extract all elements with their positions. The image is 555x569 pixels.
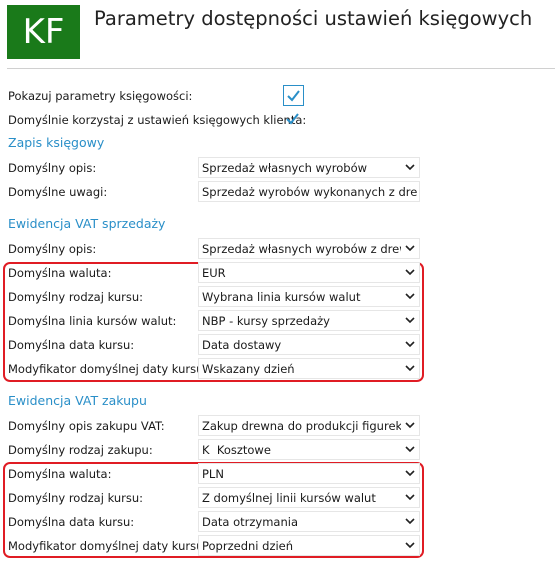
vat-purchase-desc-select[interactable]: Zakup drewna do produkcji figurek xyxy=(198,415,420,436)
vat-purchase-rate-type-value: Z domyślnej linii kursów walut xyxy=(202,491,376,505)
chevron-down-icon xyxy=(405,293,415,300)
use-client-settings-checkbox[interactable] xyxy=(283,109,304,130)
show-accounting-params-label: Pokazuj parametry księgowości: xyxy=(8,89,193,103)
vat-purchase-date-modifier-select[interactable]: Poprzedni dzień xyxy=(198,535,420,556)
vat-sale-rate-line-value: NBP - kursy sprzedaży xyxy=(202,314,330,328)
vat-purchase-desc-label: Domyślny opis zakupu VAT: xyxy=(8,419,165,433)
zapis-desc-value: Sprzedaż własnych wyrobów xyxy=(202,161,368,175)
chevron-down-icon xyxy=(405,317,415,324)
vat-purchase-rate-type-label: Domyślny rodzaj kursu: xyxy=(8,491,144,505)
vat-sale-currency-select[interactable]: EUR xyxy=(198,262,420,283)
zapis-notes-label: Domyślne uwagi: xyxy=(8,185,108,199)
vat-purchase-type-row: Domyślny rodzaj zakupu: K Kosztowe xyxy=(0,439,555,461)
vat-purchase-desc-value: Zakup drewna do produkcji figurek xyxy=(202,419,401,433)
section-title-vat-purchase: Ewidencja VAT zakupu xyxy=(8,393,147,408)
vat-purchase-type-label: Domyślny rodzaj zakupu: xyxy=(8,443,153,457)
vat-sale-rate-line-row: Domyślna linia kursów walut: NBP - kursy… xyxy=(0,310,555,332)
checkmark-icon xyxy=(286,113,299,125)
vat-sale-rate-line-select[interactable]: NBP - kursy sprzedaży xyxy=(198,310,420,331)
chevron-down-icon xyxy=(405,446,415,453)
vat-sale-desc-label: Domyślny opis: xyxy=(8,242,97,256)
vat-purchase-type-value: K Kosztowe xyxy=(202,443,271,457)
show-accounting-params-checkbox[interactable] xyxy=(283,85,304,106)
vat-purchase-currency-label: Domyślna waluta: xyxy=(8,467,112,481)
header-divider xyxy=(7,68,555,69)
vat-sale-desc-select[interactable]: Sprzedaż własnych wyrobów z drewna xyxy=(198,238,420,259)
chevron-down-icon xyxy=(405,470,415,477)
section-title-vat-sale: Ewidencja VAT sprzedaży xyxy=(8,216,166,231)
zapis-desc-row: Domyślny opis: Sprzedaż własnych wyrobów xyxy=(0,157,555,179)
vat-sale-date-modifier-value: Wskazany dzień xyxy=(202,362,295,376)
vat-purchase-rate-date-label: Domyślna data kursu: xyxy=(8,515,135,529)
vat-sale-date-modifier-label: Modyfikator domyślnej daty kursu: xyxy=(8,362,208,376)
vat-purchase-desc-row: Domyślny opis zakupu VAT: Zakup drewna d… xyxy=(0,415,555,437)
vat-sale-rate-type-row: Domyślny rodzaj kursu: Wybrana linia kur… xyxy=(0,286,555,308)
vat-sale-date-modifier-select[interactable]: Wskazany dzień xyxy=(198,358,420,379)
use-client-settings-label: Domyślnie korzystaj z ustawień księgowyc… xyxy=(8,113,307,127)
vat-purchase-currency-row: Domyślna waluta: PLN xyxy=(0,463,555,485)
vat-purchase-currency-value: PLN xyxy=(202,467,224,481)
zapis-notes-input[interactable]: Sprzedaż wyrobów wykonanych z drewna xyxy=(198,181,420,202)
checkmark-icon xyxy=(287,90,300,102)
vat-sale-rate-type-label: Domyślny rodzaj kursu: xyxy=(8,290,144,304)
chevron-down-icon xyxy=(405,494,415,501)
vat-purchase-date-modifier-label: Modyfikator domyślnej daty kursu: xyxy=(8,539,208,553)
vat-sale-rate-date-select[interactable]: Data dostawy xyxy=(198,334,420,355)
vat-sale-rate-type-select[interactable]: Wybrana linia kursów walut xyxy=(198,286,420,307)
chevron-down-icon xyxy=(405,269,415,276)
chevron-down-icon xyxy=(405,422,415,429)
vat-purchase-date-modifier-row: Modyfikator domyślnej daty kursu: Poprze… xyxy=(0,535,555,557)
chevron-down-icon xyxy=(405,341,415,348)
vat-sale-currency-row: Domyślna waluta: EUR xyxy=(0,262,555,284)
app-logo: KF xyxy=(7,5,80,59)
vat-purchase-rate-date-select[interactable]: Data otrzymania xyxy=(198,511,420,532)
chevron-down-icon xyxy=(405,365,415,372)
vat-sale-rate-date-label: Domyślna data kursu: xyxy=(8,338,135,352)
vat-sale-rate-date-row: Domyślna data kursu: Data dostawy xyxy=(0,334,555,356)
chevron-down-icon xyxy=(405,245,415,252)
vat-purchase-rate-date-row: Domyślna data kursu: Data otrzymania xyxy=(0,511,555,533)
zapis-desc-label: Domyślny opis: xyxy=(8,161,97,175)
chevron-down-icon xyxy=(405,542,415,549)
vat-sale-currency-label: Domyślna waluta: xyxy=(8,266,112,280)
vat-sale-desc-row: Domyślny opis: Sprzedaż własnych wyrobów… xyxy=(0,238,555,260)
zapis-notes-row: Domyślne uwagi: Sprzedaż wyrobów wykonan… xyxy=(0,181,555,203)
vat-purchase-rate-type-row: Domyślny rodzaj kursu: Z domyślnej linii… xyxy=(0,487,555,509)
vat-sale-desc-value: Sprzedaż własnych wyrobów z drewna xyxy=(202,242,401,256)
page-title: Parametry dostępności ustawień księgowyc… xyxy=(94,7,533,30)
chevron-down-icon xyxy=(405,518,415,525)
vat-purchase-rate-date-value: Data otrzymania xyxy=(202,515,299,529)
vat-sale-rate-line-label: Domyślna linia kursów walut: xyxy=(8,314,177,328)
vat-sale-currency-value: EUR xyxy=(202,266,226,280)
vat-purchase-type-select[interactable]: K Kosztowe xyxy=(198,439,420,460)
vat-purchase-date-modifier-value: Poprzedni dzień xyxy=(202,539,294,553)
vat-sale-date-modifier-row: Modyfikator domyślnej daty kursu: Wskaza… xyxy=(0,358,555,380)
section-title-zapis: Zapis księgowy xyxy=(8,135,105,150)
use-client-settings-row: Domyślnie korzystaj z ustawień księgowyc… xyxy=(0,109,555,131)
zapis-notes-value: Sprzedaż wyrobów wykonanych z drewna xyxy=(202,185,417,199)
page-header: KF Parametry dostępności ustawień księgo… xyxy=(0,0,555,68)
vat-sale-rate-type-value: Wybrana linia kursów walut xyxy=(202,290,361,304)
chevron-down-icon xyxy=(405,164,415,171)
vat-purchase-currency-select[interactable]: PLN xyxy=(198,463,420,484)
vat-sale-rate-date-value: Data dostawy xyxy=(202,338,282,352)
show-accounting-params-row: Pokazuj parametry księgowości: xyxy=(0,85,555,107)
vat-purchase-rate-type-select[interactable]: Z domyślnej linii kursów walut xyxy=(198,487,420,508)
zapis-desc-select[interactable]: Sprzedaż własnych wyrobów xyxy=(198,157,420,178)
